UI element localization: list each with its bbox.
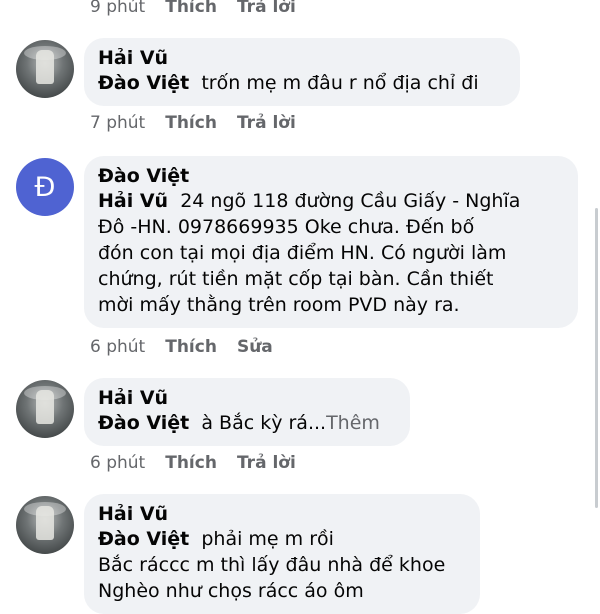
comment-bubble: Hải Vũ Đào Việt à Bắc kỳ rá...Thêm — [84, 378, 410, 446]
comment-author[interactable]: Hải Vũ — [98, 502, 466, 526]
like-button[interactable]: Thích — [165, 452, 217, 474]
comment-body-line: mời mấy thằng trên room PVD này ra. — [98, 294, 460, 316]
comment-body-text: trốn mẹ m đâu r nổ địa chỉ đi — [201, 72, 479, 94]
comment-author[interactable]: Đào Việt — [98, 164, 564, 188]
avatar-initial: Đ — [34, 171, 56, 203]
mention-link[interactable]: Đào Việt — [98, 72, 189, 94]
comment-author[interactable]: Hải Vũ — [98, 386, 396, 410]
comment-time: 7 phút — [90, 113, 146, 133]
like-button[interactable]: Thích — [165, 112, 217, 134]
comment-body-text: 24 ngõ 118 đường Cầu Giấy - Nghĩa — [180, 190, 521, 212]
comment-text: Đào Việt phải mẹ m rồi — [98, 526, 466, 552]
comment-body-line: Đô -HN. 0978669935 Oke chưa. Đến bố — [98, 216, 475, 238]
comment-actions: 6 phút Thích Trả lời — [90, 452, 296, 474]
comment-text: Đào Việt à Bắc kỳ rá...Thêm — [98, 410, 396, 436]
edit-button[interactable]: Sửa — [237, 336, 273, 358]
comment-actions: 7 phút Thích Trả lời — [90, 112, 296, 134]
comment-text: Hải Vũ 24 ngõ 118 đường Cầu Giấy - Nghĩa — [98, 188, 564, 214]
reply-button[interactable]: Trả lời — [237, 0, 296, 18]
comment-actions: 6 phút Thích Sửa — [90, 336, 273, 358]
mention-link[interactable]: Đào Việt — [98, 528, 189, 550]
mention-link[interactable]: Đào Việt — [98, 412, 189, 434]
comment-text: Đào Việt trốn mẹ m đâu r nổ địa chỉ đi — [98, 70, 506, 96]
comment-body-line: Bắc ráccc m thì lấy đâu nhà để khoe — [98, 554, 446, 576]
comment-bubble: Đào Việt Hải Vũ 24 ngõ 118 đường Cầu Giấ… — [84, 156, 578, 328]
comment-bubble: Hải Vũ Đào Việt phải mẹ m rồi Bắc ráccc … — [84, 494, 480, 614]
scrollbar[interactable] — [595, 208, 598, 508]
comment-time: 6 phút — [90, 453, 146, 473]
avatar[interactable] — [16, 380, 74, 438]
see-more-link[interactable]: Thêm — [326, 412, 380, 434]
comment-author[interactable]: Hải Vũ — [98, 46, 506, 70]
comment-body-text: à Bắc kỳ rá... — [201, 412, 327, 434]
avatar[interactable]: Đ — [16, 158, 74, 216]
comment-body-line: Nghèo như chọs rácc áo ôm — [98, 580, 364, 602]
comment-time: 9 phút — [90, 0, 146, 17]
like-button[interactable]: Thích — [165, 336, 217, 358]
reply-button[interactable]: Trả lời — [237, 112, 296, 134]
comment-body-line: chứng, rút tiền mặt cốp tại bàn. Cần thi… — [98, 268, 494, 290]
like-button[interactable]: Thích — [165, 0, 217, 18]
reply-button[interactable]: Trả lời — [237, 452, 296, 474]
comment-time: 6 phút — [90, 337, 146, 357]
avatar[interactable] — [16, 496, 74, 554]
avatar[interactable] — [16, 40, 74, 98]
comment-body-line: đón con tại mọi địa điểm HN. Có người là… — [98, 242, 507, 264]
comment-actions: 9 phút Thích Trả lời — [90, 0, 296, 18]
comment-body-text: phải mẹ m rồi — [201, 528, 334, 550]
comment-bubble: Hải Vũ Đào Việt trốn mẹ m đâu r nổ địa c… — [84, 38, 520, 106]
mention-link[interactable]: Hải Vũ — [98, 190, 168, 212]
